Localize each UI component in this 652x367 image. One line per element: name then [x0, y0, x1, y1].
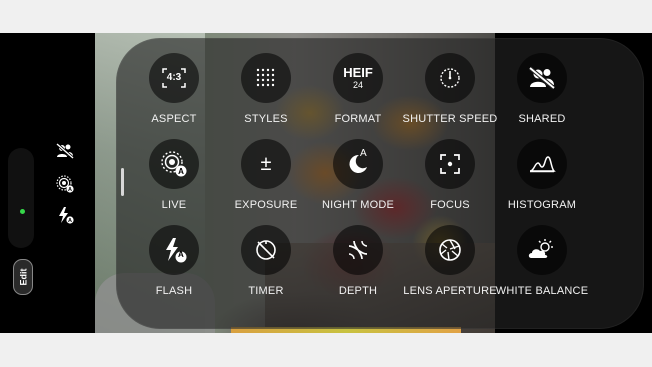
focus-label: FOCUS	[430, 199, 470, 211]
styles-grid-icon	[241, 53, 291, 103]
camera-active-dot	[20, 209, 25, 214]
camera-controls-panel: 4:3 ASPECT STYLES HEIF 24 FORMAT SHUTTER…	[116, 38, 644, 329]
svg-text:A: A	[68, 218, 72, 224]
shared-control[interactable]: SHARED	[496, 53, 588, 133]
edit-button[interactable]: Edit	[13, 259, 33, 295]
lens-aperture-icon	[425, 225, 475, 275]
exposure-control[interactable]: ± EXPOSURE	[220, 139, 312, 219]
live-photo-icon[interactable]: A	[55, 174, 75, 194]
live-label: LIVE	[161, 199, 187, 211]
svg-text:A: A	[178, 167, 184, 176]
left-control-bar: A A Edit	[0, 33, 95, 333]
aspect-ratio-icon: 4:3	[149, 53, 199, 103]
edit-button-label: Edit	[18, 268, 28, 286]
timer-control[interactable]: TIMER	[220, 225, 312, 305]
live-control[interactable]: A LIVE	[128, 139, 220, 219]
flash-label: FLASH	[155, 285, 193, 297]
depth-label: DEPTH	[338, 285, 378, 297]
format-label: FORMAT	[334, 113, 382, 125]
aspect-ratio-value: 4:3	[166, 72, 182, 83]
svg-text:A: A	[68, 187, 72, 193]
lens-aperture-control[interactable]: LENS APERTURE	[403, 225, 497, 305]
shutter-speed-control[interactable]: SHUTTER SPEED	[402, 53, 498, 133]
focus-control[interactable]: FOCUS	[404, 139, 496, 219]
shared-label: SHARED	[518, 113, 566, 125]
flash-control[interactable]: A FLASH	[128, 225, 220, 305]
shared-off-icon	[517, 53, 567, 103]
live-photo-icon: A	[149, 139, 199, 189]
flash-auto-icon[interactable]: A	[55, 205, 75, 225]
depth-control[interactable]: DEPTH	[312, 225, 404, 305]
flash-auto-icon: A	[149, 225, 199, 275]
depth-icon	[333, 225, 383, 275]
flash-auto-badge: A	[178, 250, 184, 259]
white-balance-icon	[517, 225, 567, 275]
lens-aperture-label: LENS APERTURE	[403, 285, 497, 297]
format-value: HEIF	[343, 65, 373, 80]
styles-label: STYLES	[244, 113, 288, 125]
shared-off-icon[interactable]	[55, 141, 75, 161]
format-icon: HEIF 24	[333, 53, 383, 103]
shutter-speed-icon	[425, 53, 475, 103]
night-mode-icon: A	[333, 139, 383, 189]
night-mode-label: NIGHT MODE	[321, 199, 395, 211]
histogram-label: HISTOGRAM	[507, 199, 577, 211]
focus-icon	[425, 139, 475, 189]
exposure-icon: ±	[241, 139, 291, 189]
timer-off-icon	[241, 225, 291, 275]
night-mode-auto: A	[360, 148, 367, 159]
white-balance-control[interactable]: WHITE BALANCE	[496, 225, 588, 305]
night-mode-control[interactable]: A NIGHT MODE	[312, 139, 404, 219]
camera-screen: A A Edit 4:3 ASPECT STYLES HEIF 24 FORMA…	[0, 33, 652, 333]
indicator-pill	[8, 148, 34, 248]
panel-drag-handle[interactable]	[121, 168, 124, 196]
styles-control[interactable]: STYLES	[220, 53, 312, 133]
format-bit-depth: 24	[352, 80, 363, 90]
histogram-icon	[517, 139, 567, 189]
aspect-label: ASPECT	[151, 113, 197, 125]
exposure-label: EXPOSURE	[234, 199, 298, 211]
histogram-control[interactable]: HISTOGRAM	[496, 139, 588, 219]
timer-label: TIMER	[248, 285, 284, 297]
aspect-control[interactable]: 4:3 ASPECT	[128, 53, 220, 133]
shutter-speed-label: SHUTTER SPEED	[402, 113, 498, 125]
format-control[interactable]: HEIF 24 FORMAT	[312, 53, 404, 133]
exposure-symbol: ±	[260, 153, 272, 175]
white-balance-label: WHITE BALANCE	[495, 285, 589, 297]
